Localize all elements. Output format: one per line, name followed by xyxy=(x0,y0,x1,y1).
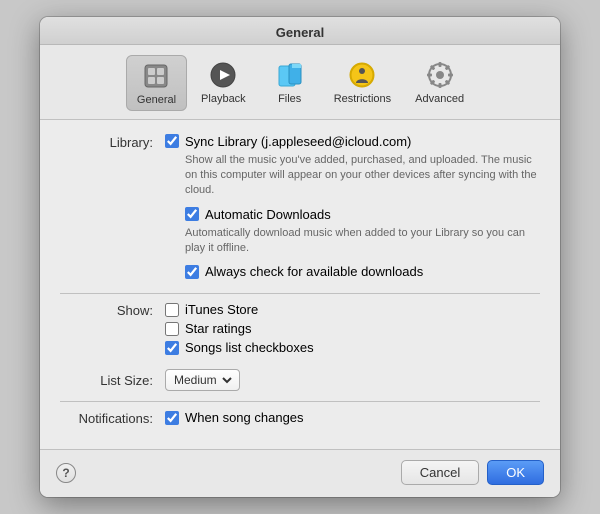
window-title: General xyxy=(276,25,324,40)
itunes-store-row: iTunes Store xyxy=(165,302,540,317)
toolbar-label-playback: Playback xyxy=(201,93,246,105)
button-group: Cancel OK xyxy=(401,460,544,485)
general-icon xyxy=(140,60,172,92)
sync-library-label[interactable]: Sync Library (j.appleseed@icloud.com) xyxy=(185,134,411,149)
show-content: iTunes Store Star ratings Songs list che… xyxy=(165,302,540,359)
toolbar-item-advanced[interactable]: Advanced xyxy=(405,55,474,111)
songs-checkboxes-row: Songs list checkboxes xyxy=(165,340,540,355)
toolbar-label-general: General xyxy=(137,94,176,106)
auto-downloads-description: Automatically download music when added … xyxy=(185,226,540,257)
sync-library-checkbox[interactable] xyxy=(165,134,179,148)
toolbar-label-restrictions: Restrictions xyxy=(334,93,391,105)
files-icon xyxy=(274,59,306,91)
divider-2 xyxy=(60,401,540,402)
ok-button[interactable]: OK xyxy=(487,460,544,485)
toolbar-item-restrictions[interactable]: Restrictions xyxy=(324,55,401,111)
notifications-row: Notifications: When song changes xyxy=(60,410,540,429)
list-size-row: List Size: Small Medium Large xyxy=(60,369,540,391)
list-size-label: List Size: xyxy=(60,372,165,388)
songs-checkboxes-checkbox[interactable] xyxy=(165,341,179,355)
auto-downloads-checkbox[interactable] xyxy=(185,207,199,221)
auto-downloads-label[interactable]: Automatic Downloads xyxy=(205,207,331,222)
toolbar-item-files[interactable]: Files xyxy=(260,55,320,111)
advanced-icon xyxy=(424,59,456,91)
cancel-button[interactable]: Cancel xyxy=(401,460,479,485)
always-check-row: Always check for available downloads xyxy=(185,264,540,279)
playback-icon xyxy=(207,59,239,91)
show-row: Show: iTunes Store Star ratings Songs li… xyxy=(60,302,540,359)
star-ratings-checkbox[interactable] xyxy=(165,322,179,336)
star-ratings-row: Star ratings xyxy=(165,321,540,336)
help-button[interactable]: ? xyxy=(56,463,76,483)
when-song-changes-row: When song changes xyxy=(165,410,540,425)
toolbar-label-advanced: Advanced xyxy=(415,93,464,105)
list-size-select-wrapper: Small Medium Large xyxy=(165,369,240,391)
toolbar-item-playback[interactable]: Playback xyxy=(191,55,256,111)
footer: ? Cancel OK xyxy=(40,449,560,497)
itunes-store-checkbox[interactable] xyxy=(165,303,179,317)
notifications-content: When song changes xyxy=(165,410,540,429)
library-row: Library: Sync Library (j.appleseed@iclou… xyxy=(60,134,540,284)
always-check-label[interactable]: Always check for available downloads xyxy=(205,264,423,279)
sync-library-row: Sync Library (j.appleseed@icloud.com) xyxy=(165,134,540,149)
star-ratings-label[interactable]: Star ratings xyxy=(185,321,251,336)
toolbar-label-files: Files xyxy=(278,93,301,105)
sync-library-description: Show all the music you've added, purchas… xyxy=(185,153,540,199)
when-song-changes-checkbox[interactable] xyxy=(165,411,179,425)
divider-1 xyxy=(60,293,540,294)
auto-downloads-row: Automatic Downloads xyxy=(185,207,540,222)
always-check-checkbox[interactable] xyxy=(185,265,199,279)
toolbar: General Playback Files xyxy=(40,45,560,120)
list-size-select[interactable]: Small Medium Large xyxy=(170,372,235,388)
title-bar: General xyxy=(40,17,560,45)
library-content: Sync Library (j.appleseed@icloud.com) Sh… xyxy=(165,134,540,284)
notifications-label: Notifications: xyxy=(60,410,165,426)
list-size-content: Small Medium Large xyxy=(165,369,540,391)
when-song-changes-label[interactable]: When song changes xyxy=(185,410,304,425)
restrictions-icon xyxy=(346,59,378,91)
content-area: Library: Sync Library (j.appleseed@iclou… xyxy=(40,120,560,450)
songs-checkboxes-label[interactable]: Songs list checkboxes xyxy=(185,340,314,355)
show-label: Show: xyxy=(60,302,165,318)
toolbar-item-general[interactable]: General xyxy=(126,55,187,111)
preferences-window: General General xyxy=(40,17,560,498)
itunes-store-label[interactable]: iTunes Store xyxy=(185,302,258,317)
library-label: Library: xyxy=(60,134,165,150)
